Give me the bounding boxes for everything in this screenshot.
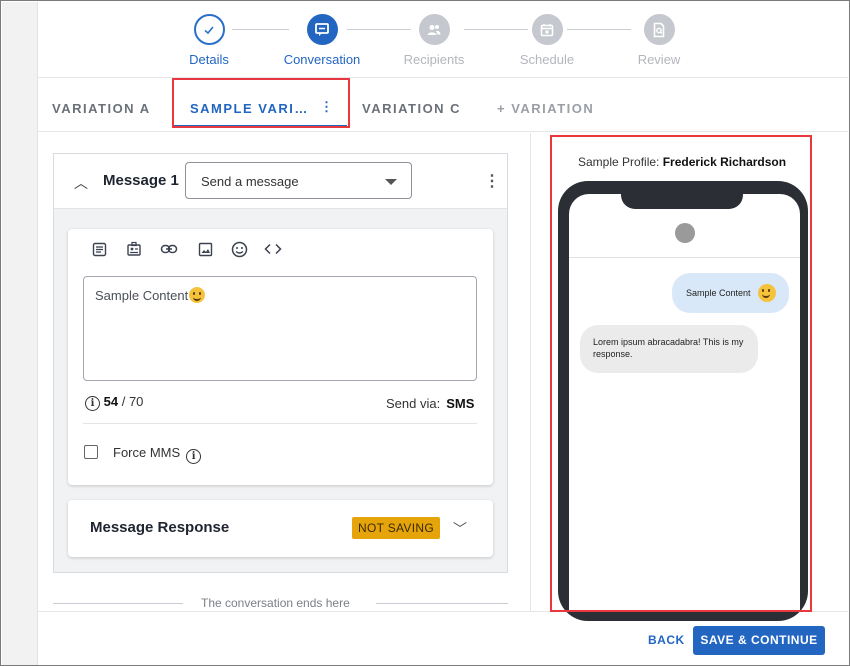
message-content: Sample Content [95, 287, 206, 303]
code-icon[interactable] [263, 239, 283, 259]
send-via: Send via: SMS [386, 396, 475, 411]
tab-variation-c[interactable]: VARIATION C [362, 101, 461, 116]
status-badge: NOT SAVING [352, 517, 440, 539]
save-continue-button[interactable]: SAVE & CONTINUE [693, 626, 825, 655]
review-doc-icon [643, 14, 675, 45]
add-variation-button[interactable]: + VARIATION [497, 101, 594, 116]
collapse-icon[interactable]: ︿ [74, 173, 88, 193]
force-mms-label: Force MMS i [113, 445, 202, 464]
divider [53, 603, 183, 604]
step-details[interactable]: Details [159, 14, 259, 67]
step-label: Details [189, 52, 229, 67]
step-label: Conversation [283, 52, 361, 67]
message-kebab-icon[interactable]: ⋮ [484, 171, 500, 191]
contact-card-icon[interactable] [124, 239, 144, 259]
info-icon[interactable]: i [186, 449, 202, 464]
step-label: Recipients [403, 52, 465, 67]
conversation-end-text: The conversation ends here [201, 596, 350, 610]
chat-icon [306, 14, 338, 45]
image-icon[interactable] [195, 239, 215, 259]
left-gutter [2, 2, 38, 665]
back-button[interactable]: BACK [648, 633, 685, 647]
message-type-select[interactable]: Send a message [185, 162, 412, 199]
step-recipients[interactable]: Recipients [384, 14, 484, 67]
smiley-emoji-icon [189, 287, 206, 303]
highlight-box [550, 135, 812, 612]
emoji-icon[interactable] [229, 239, 249, 259]
highlight-box [172, 78, 350, 128]
step-conversation[interactable]: Conversation [272, 14, 372, 67]
message-response-title: Message Response [90, 519, 230, 536]
tab-variation-a[interactable]: VARIATION A [52, 101, 151, 116]
info-icon[interactable]: i [85, 396, 100, 411]
link-icon[interactable] [159, 239, 179, 259]
divider [83, 423, 477, 424]
divider [376, 603, 508, 604]
step-label: Schedule [519, 52, 575, 67]
message-textarea[interactable]: Sample Content [83, 276, 477, 381]
force-mms-checkbox[interactable] [84, 445, 98, 459]
step-review[interactable]: Review [609, 14, 709, 67]
message-title: Message 1 [103, 172, 179, 189]
message-type-value: Send a message [201, 174, 299, 189]
calendar-icon [531, 14, 563, 45]
step-schedule[interactable]: Schedule [497, 14, 597, 67]
users-icon [418, 14, 450, 45]
text-format-icon[interactable] [89, 239, 109, 259]
check-icon [193, 14, 225, 45]
step-label: Review [637, 52, 681, 67]
dropdown-arrow-icon [385, 179, 397, 185]
chevron-down-icon[interactable]: ﹀ [453, 519, 467, 539]
app-frame: Details Conversation Recipients Schedule… [0, 0, 850, 666]
character-counter: i 54 / 70 [85, 394, 143, 411]
